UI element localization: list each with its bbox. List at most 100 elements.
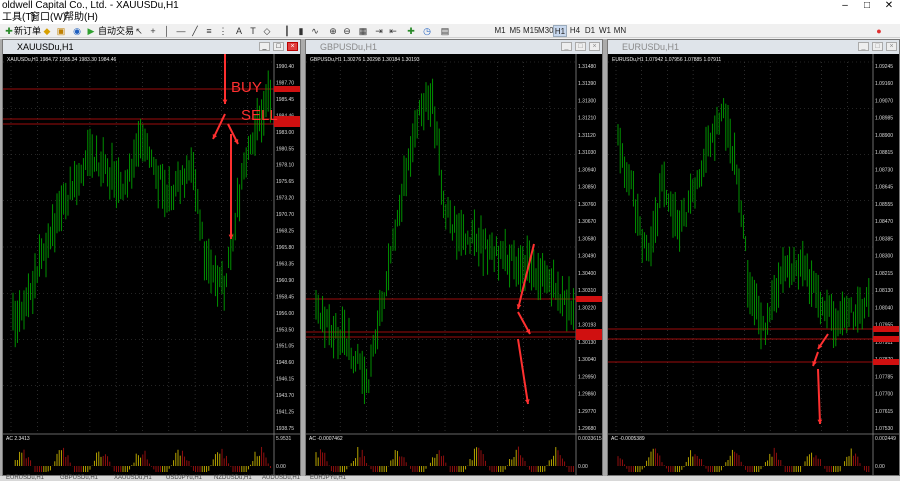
chart-shift-icon[interactable]: ⇤: [386, 25, 400, 37]
tf-m30[interactable]: M30: [538, 25, 554, 37]
price-label: 1.30940: [578, 167, 596, 173]
vertical-line-icon[interactable]: │: [160, 25, 174, 37]
menu-help[interactable]: 帮助(H): [64, 12, 98, 24]
price-label: 1.31030: [578, 150, 596, 156]
tab-usdjpy[interactable]: USDJPYu,H1: [166, 475, 202, 481]
price-label: 1.08985: [875, 116, 893, 122]
tab-xauusd[interactable]: XAUUSDu,H1: [114, 475, 152, 481]
price-level-tag: [873, 326, 899, 332]
ac-max-label: 0.0033615: [578, 436, 602, 442]
notifications-icon[interactable]: ●: [872, 25, 886, 37]
price-label: 1.29770: [578, 409, 596, 415]
bar-chart-icon[interactable]: ┃: [280, 25, 294, 37]
price-label: 1.09070: [875, 98, 893, 104]
price-level-tag: [274, 121, 300, 127]
tab-eurusd[interactable]: EURUSDu,H1: [6, 475, 44, 481]
maximize-icon[interactable]: □: [858, 0, 876, 12]
window-minimize-icon[interactable]: _: [561, 42, 572, 51]
tf-h4[interactable]: H4: [568, 25, 582, 37]
tab-gbpusd[interactable]: GBPUSDu,H1: [60, 475, 98, 481]
tf-w1[interactable]: W1: [598, 25, 612, 37]
tf-h1[interactable]: H1: [553, 25, 567, 37]
price-label: 1.29860: [578, 392, 596, 398]
menu-window[interactable]: 窗口(W): [30, 12, 66, 24]
candle-chart-icon[interactable]: ▮: [294, 25, 308, 37]
gbpusd-chart[interactable]: 1.31480 1.31390 1.31300 1.31210 1.31120 1.310…: [306, 54, 602, 475]
periods-icon[interactable]: ◷: [420, 25, 434, 37]
zoom-out-icon[interactable]: ⊖: [340, 25, 354, 37]
price-label: 1.08130: [875, 288, 893, 294]
price-label: 1.08040: [875, 305, 893, 311]
tab-eurjpy[interactable]: EURJPYu,H1: [310, 475, 346, 481]
indicators-icon[interactable]: ✚: [404, 25, 418, 37]
price-label: 1948.60: [276, 360, 294, 366]
tab-audusd[interactable]: AUDUSDu,H1: [262, 475, 300, 481]
tf-d1[interactable]: D1: [583, 25, 597, 37]
price-label: 1968.25: [276, 229, 294, 235]
price-label: 1.31120: [578, 133, 596, 139]
price-label: 1975.65: [276, 179, 294, 185]
xauusd-chart[interactable]: 1990.401987.701985.451984.461983.001980.…: [3, 54, 300, 475]
line-chart-icon[interactable]: ∿: [308, 25, 322, 37]
price-label: 1941.25: [276, 410, 294, 416]
price-label: 1983.00: [276, 130, 294, 136]
chart-header: EURUSDu,H1 1.07942 1.07956 1.07885 1.079…: [612, 57, 721, 63]
window-minimize-icon[interactable]: _: [858, 42, 869, 51]
ac-zero-label: 0.00: [276, 464, 286, 470]
chart-window-gbpusd[interactable]: GBPUSDu,H1 _ □ × 1.31480 1.31390 1.31300 1.…: [305, 39, 603, 476]
price-label: 1943.70: [276, 393, 294, 399]
window-restore-icon[interactable]: □: [575, 42, 586, 51]
minimize-icon[interactable]: –: [836, 0, 854, 12]
price-label: 1.08385: [875, 236, 893, 242]
crosshair-icon[interactable]: +: [146, 25, 160, 37]
eurusd-chart[interactable]: 1.09245 1.09160 1.09070 1.08985 1.08900 1.088…: [608, 54, 899, 475]
close-icon[interactable]: ✕: [880, 0, 898, 12]
label-tool-icon[interactable]: T: [246, 25, 260, 37]
chart-window-title: XAUUSDu,H1: [17, 42, 74, 52]
window-minimize-icon[interactable]: _: [259, 42, 270, 51]
price-label: 1.30130: [578, 340, 596, 346]
chart-window-xauusd[interactable]: XAUUSDu,H1 _ □ × 1990.40 1987.70 1985.45 19…: [2, 39, 301, 476]
price-label: 1.08300: [875, 254, 893, 260]
window-restore-icon[interactable]: □: [273, 42, 284, 51]
window-close-icon[interactable]: ×: [287, 42, 298, 51]
autoscroll-icon[interactable]: ⇥: [372, 25, 386, 37]
market-watch-icon[interactable]: ◆: [40, 25, 54, 37]
tf-m5[interactable]: M5: [508, 25, 522, 37]
terminal-icon[interactable]: ◉: [70, 25, 84, 37]
new-order-button[interactable]: 新订单: [14, 25, 41, 37]
ac-zero-label: 0.00: [875, 464, 885, 470]
ac-label: AC -0.0005389: [611, 436, 645, 442]
window-restore-icon[interactable]: □: [872, 42, 883, 51]
price-level-tag: [576, 334, 602, 340]
shapes-icon[interactable]: ◇: [260, 25, 274, 37]
price-label: 1973.20: [276, 196, 294, 202]
window-close-icon[interactable]: ×: [589, 42, 600, 51]
tab-nzdusd[interactable]: NZDUSDu,H1: [214, 475, 252, 481]
price-level-tag: [576, 296, 602, 302]
chart-window-eurusd[interactable]: EURUSDu,H1 _ □ × 1.09245 1.09160 1.09070 1.…: [607, 39, 900, 476]
window-close-icon[interactable]: ×: [886, 42, 897, 51]
auto-trade-icon[interactable]: ▶: [84, 25, 98, 37]
templates-icon[interactable]: ▤: [438, 25, 452, 37]
chart-window-caption[interactable]: EURUSDu,H1 _ □ ×: [608, 40, 899, 54]
menu-bar: 工具(T) 窗口(W) 帮助(H): [0, 12, 900, 24]
price-label: 1960.90: [276, 278, 294, 284]
tf-m15[interactable]: M15: [523, 25, 539, 37]
tf-mn[interactable]: MN: [613, 25, 627, 37]
auto-trade-button[interactable]: 自动交易: [98, 25, 134, 37]
chart-window-caption[interactable]: XAUUSDu,H1 _ □ ×: [3, 40, 300, 54]
navigator-icon[interactable]: ▣: [54, 25, 68, 37]
cursor-icon[interactable]: ↖: [132, 25, 146, 37]
tf-m1[interactable]: M1: [493, 25, 507, 37]
channel-icon[interactable]: ≡: [202, 25, 216, 37]
horizontal-line-icon[interactable]: —: [174, 25, 188, 37]
fibonacci-icon[interactable]: ⋮: [216, 25, 230, 37]
zoom-in-icon[interactable]: ⊕: [326, 25, 340, 37]
price-label: 1.31210: [578, 116, 596, 122]
tile-windows-icon[interactable]: ▦: [356, 25, 370, 37]
chart-window-caption[interactable]: GBPUSDu,H1 _ □ ×: [306, 40, 602, 54]
text-tool-icon[interactable]: A: [232, 25, 246, 37]
trendline-icon[interactable]: ╱: [188, 25, 202, 37]
chart-window-title: GBPUSDu,H1: [320, 42, 378, 52]
